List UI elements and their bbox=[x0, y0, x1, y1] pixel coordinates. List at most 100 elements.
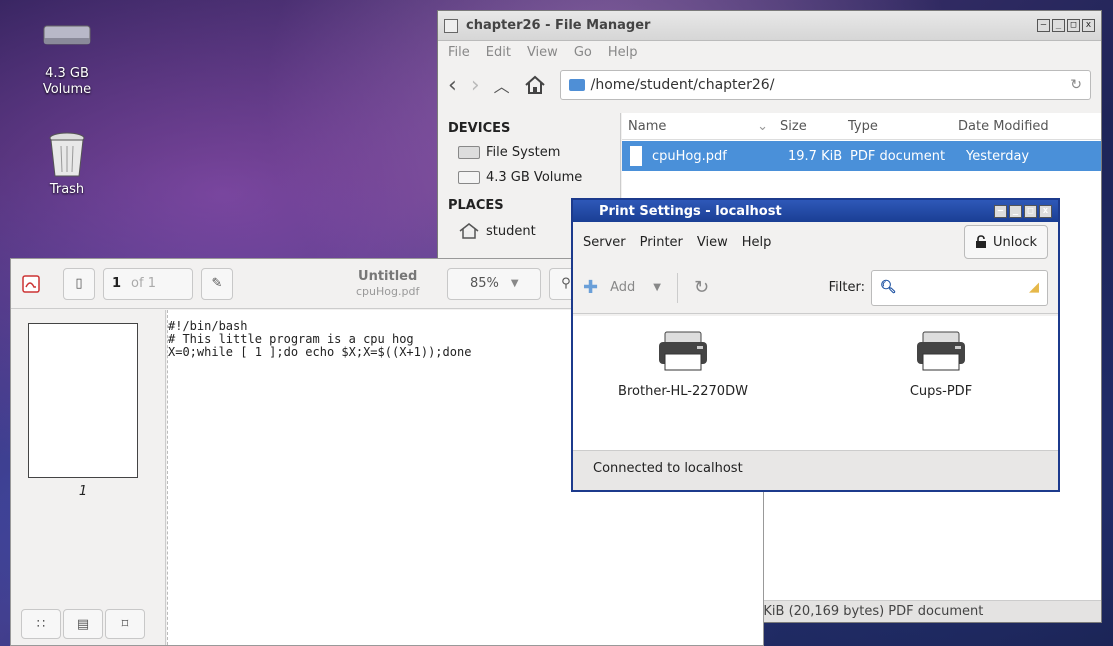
printer-name: Cups-PDF bbox=[909, 384, 973, 399]
drive-icon bbox=[458, 171, 480, 184]
file-size: 19.7 KiB bbox=[788, 148, 843, 164]
column-date-modified[interactable]: Date Modified bbox=[952, 119, 1092, 134]
pdf-file-icon bbox=[630, 146, 642, 166]
location-bar[interactable]: /home/student/chapter26/ ↻ bbox=[559, 70, 1091, 100]
minimize-button[interactable]: _ bbox=[1009, 204, 1022, 218]
status-text: Connected to localhost bbox=[593, 461, 743, 476]
file-manager-titlebar[interactable]: chapter26 - File Manager – _ □ x bbox=[438, 11, 1101, 41]
thumbnail-page-number: 1 bbox=[78, 484, 88, 499]
column-name-label: Name bbox=[628, 118, 667, 134]
lock-icon bbox=[976, 235, 986, 248]
thumbnails-view-button[interactable]: ∷ bbox=[21, 609, 61, 639]
menu-printer[interactable]: Printer bbox=[640, 235, 683, 250]
pencil-icon: ✎ bbox=[211, 276, 223, 291]
maximize-button[interactable]: □ bbox=[1024, 204, 1037, 218]
menu-view[interactable]: View bbox=[527, 45, 558, 60]
printer-icon bbox=[917, 331, 965, 371]
file-name: cpuHog.pdf bbox=[652, 148, 727, 164]
home-icon[interactable] bbox=[524, 75, 546, 95]
up-icon[interactable]: ︿ bbox=[494, 73, 510, 97]
print-settings-titlebar[interactable]: Print Settings - localhost – _ □ x bbox=[573, 200, 1058, 222]
column-name[interactable]: Name ⌄ bbox=[622, 119, 774, 134]
page-selector[interactable]: 1 of 1 bbox=[103, 267, 193, 300]
desktop-volume[interactable]: 4.3 GB Volume bbox=[22, 22, 112, 98]
file-type: PDF document bbox=[850, 148, 946, 164]
forward-icon[interactable]: › bbox=[471, 73, 480, 98]
grid-icon: ∷ bbox=[36, 616, 46, 632]
document-title-text: Untitled bbox=[358, 268, 418, 284]
filter-input[interactable]: 🔍︎ ◢ bbox=[871, 269, 1048, 306]
search-icon: 🔍︎ bbox=[880, 280, 897, 295]
drive-icon bbox=[458, 146, 480, 159]
window-menu-icon[interactable] bbox=[444, 18, 458, 33]
close-button[interactable]: x bbox=[1082, 19, 1095, 32]
sidebar-item-label: File System bbox=[486, 145, 561, 160]
column-size[interactable]: Size bbox=[774, 119, 842, 134]
menu-go[interactable]: Go bbox=[574, 45, 592, 60]
clear-icon[interactable]: ◢ bbox=[1029, 280, 1039, 295]
outline-view-button[interactable]: ▤ bbox=[63, 609, 103, 639]
minimize-button[interactable]: _ bbox=[1052, 19, 1065, 32]
status-text: 7 KiB (20,169 bytes) PDF document bbox=[751, 604, 984, 619]
file-manager-toolbar: ‹ › ︿ /home/student/chapter26/ ↻ bbox=[438, 64, 1101, 106]
document-content: #!/bin/bash # This little program is a c… bbox=[168, 319, 472, 359]
add-icon: ✚ bbox=[583, 277, 599, 298]
bookmark-icon: ⌑ bbox=[121, 616, 129, 632]
annotate-button[interactable]: ✎ bbox=[201, 267, 233, 300]
sort-arrow-icon: ⌄ bbox=[757, 118, 768, 134]
zoom-value: 85% bbox=[470, 276, 499, 291]
document-title: Untitled cpuHog.pdf bbox=[356, 269, 419, 299]
sidebar-toggle-button[interactable]: ▯ bbox=[63, 267, 95, 300]
unlock-label: Unlock bbox=[993, 234, 1037, 250]
printer-name: Brother-HL-2270DW bbox=[618, 384, 748, 399]
shade-button[interactable]: – bbox=[1037, 19, 1050, 32]
sidebar-icon: ▯ bbox=[75, 276, 83, 291]
refresh-icon[interactable]: ↻ bbox=[694, 277, 709, 298]
printer-item[interactable]: Brother-HL-2270DW bbox=[613, 330, 753, 399]
volume-label-line2: Volume bbox=[42, 82, 92, 97]
toolbar-separator bbox=[676, 272, 678, 303]
print-status-bar: Connected to localhost bbox=[573, 450, 1058, 490]
add-button[interactable]: Add bbox=[610, 280, 635, 295]
chevron-down-icon[interactable]: ▼ bbox=[653, 282, 661, 293]
sidebar-item-file-system[interactable]: File System bbox=[438, 140, 620, 165]
filter-label: Filter: bbox=[828, 280, 865, 295]
page-thumbnail[interactable] bbox=[28, 323, 138, 478]
column-type[interactable]: Type bbox=[842, 119, 952, 134]
close-button[interactable]: x bbox=[1039, 204, 1052, 218]
chevron-down-icon: ▼ bbox=[510, 278, 519, 289]
sidebar-item-label: 4.3 GB Volume bbox=[486, 170, 583, 185]
zoom-select[interactable]: 85% ▼ bbox=[447, 267, 542, 300]
devices-header: DEVICES bbox=[448, 121, 511, 136]
sidebar-view-switcher: ∷ ▤ ⌑ bbox=[11, 601, 166, 645]
menu-server[interactable]: Server bbox=[583, 235, 626, 250]
home-folder-icon bbox=[459, 223, 479, 239]
window-title: chapter26 - File Manager bbox=[466, 18, 651, 33]
document-icon: ▤ bbox=[76, 616, 90, 632]
sidebar-item-volume[interactable]: 4.3 GB Volume bbox=[438, 165, 620, 190]
volume-label-line1: 4.3 GB bbox=[45, 66, 89, 81]
drive-icon bbox=[43, 25, 91, 45]
maximize-button[interactable]: □ bbox=[1067, 19, 1080, 32]
unlock-button[interactable]: Unlock bbox=[964, 225, 1048, 259]
page-of: of 1 bbox=[131, 276, 156, 291]
document-filename: cpuHog.pdf bbox=[356, 284, 420, 298]
menu-view[interactable]: View bbox=[697, 235, 728, 250]
reload-icon[interactable]: ↻ bbox=[1070, 77, 1082, 93]
menu-help[interactable]: Help bbox=[742, 235, 772, 250]
filter-group: Filter: 🔍︎ ◢ bbox=[828, 269, 1048, 306]
bookmarks-view-button[interactable]: ⌑ bbox=[105, 609, 145, 639]
printer-icon bbox=[659, 331, 707, 371]
folder-icon bbox=[568, 79, 585, 91]
desktop-trash[interactable]: Trash bbox=[22, 132, 112, 198]
menu-file[interactable]: File bbox=[448, 45, 470, 60]
printer-item[interactable]: Cups-PDF bbox=[871, 330, 1011, 399]
back-icon[interactable]: ‹ bbox=[448, 73, 457, 98]
menu-edit[interactable]: Edit bbox=[486, 45, 511, 60]
shade-button[interactable]: – bbox=[994, 204, 1007, 218]
menu-help[interactable]: Help bbox=[608, 45, 638, 60]
printer-list: Brother-HL-2270DW Cups-PDF bbox=[573, 316, 1058, 450]
thumbnail-sidebar: 1 ∷ ▤ ⌑ bbox=[11, 310, 166, 645]
window-title: Print Settings - localhost bbox=[599, 203, 782, 219]
table-row[interactable]: cpuHog.pdf 19.7 KiB PDF document Yesterd… bbox=[622, 141, 1101, 171]
